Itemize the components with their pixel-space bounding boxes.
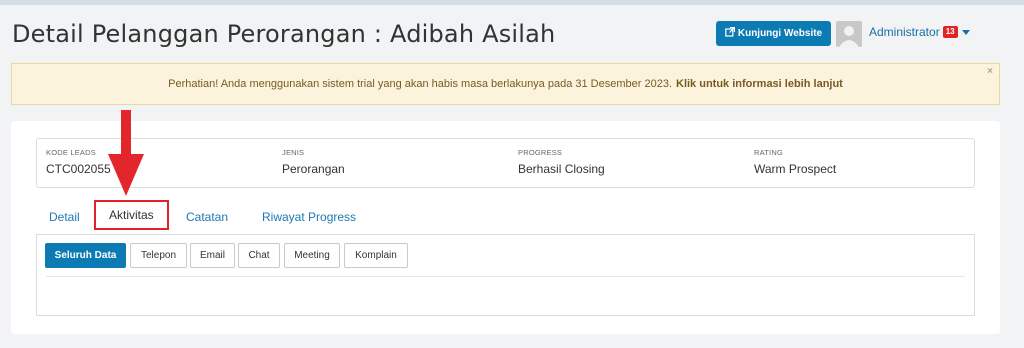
info-box: KODE LEADS CTC002055 JENIS Perorangan PR… [36, 138, 975, 188]
notification-badge: 13 [942, 26, 958, 38]
close-icon[interactable]: × [987, 66, 993, 77]
trial-alert: Perhatian! Anda menggunakan sistem trial… [11, 63, 1000, 105]
info-progress-value: Berhasil Closing [518, 162, 605, 176]
info-type-value: Perorangan [282, 162, 345, 176]
info-progress-key: PROGRESS [518, 148, 563, 157]
chevron-down-icon [961, 29, 970, 35]
tab-detail[interactable]: Detail [49, 210, 80, 224]
page-title: Detail Pelanggan Perorangan : Adibah Asi… [12, 20, 556, 48]
panel-divider [46, 276, 965, 277]
info-rating: RATING Warm Prospect [754, 148, 836, 176]
info-code-value: CTC002055 [46, 162, 111, 176]
info-type: JENIS Perorangan [282, 148, 345, 176]
user-avatar-icon[interactable] [836, 21, 862, 47]
visit-website-button[interactable]: Kunjungi Website [716, 21, 831, 46]
filter-email-button[interactable]: Email [190, 243, 235, 268]
info-progress: PROGRESS Berhasil Closing [518, 148, 605, 176]
filter-meeting-button[interactable]: Meeting [284, 243, 340, 268]
info-code-key: KODE LEADS [46, 148, 96, 157]
info-rating-key: RATING [754, 148, 783, 157]
filter-phone-button[interactable]: Telepon [130, 243, 187, 268]
user-menu[interactable]: Administrator 13 [869, 25, 970, 39]
tab-riwayat-progress[interactable]: Riwayat Progress [262, 210, 356, 224]
visit-website-label: Kunjungi Website [737, 28, 823, 39]
filter-all-button[interactable]: Seluruh Data [45, 243, 126, 268]
alert-message: Perhatian! Anda menggunakan sistem trial… [168, 78, 672, 90]
user-name: Administrator [869, 25, 940, 39]
alert-link[interactable]: Klik untuk informasi lebih lanjut [676, 78, 843, 90]
info-rating-value: Warm Prospect [754, 162, 837, 176]
top-strip [0, 0, 1024, 5]
red-arrow-down-icon [108, 110, 144, 196]
external-link-icon [725, 26, 735, 40]
info-code: KODE LEADS CTC002055 [46, 148, 111, 176]
filter-complaint-button[interactable]: Komplain [344, 243, 408, 268]
tab-catatan[interactable]: Catatan [186, 210, 228, 224]
filter-chat-button[interactable]: Chat [238, 243, 280, 268]
info-type-key: JENIS [282, 148, 305, 157]
tab-aktivitas[interactable]: Aktivitas [94, 200, 169, 230]
